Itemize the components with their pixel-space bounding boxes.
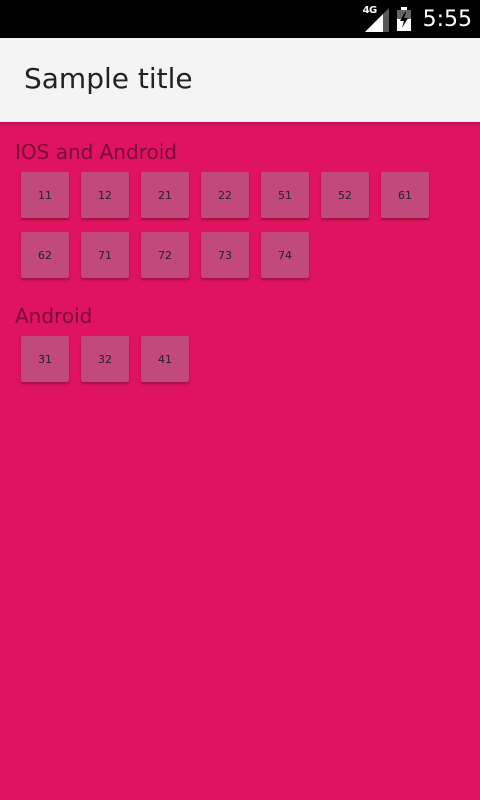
tile-button[interactable]: 72 xyxy=(141,232,189,278)
status-bar: 4G 5:55 xyxy=(0,0,480,38)
tile-button[interactable]: 51 xyxy=(261,172,309,218)
tile-button[interactable]: 41 xyxy=(141,336,189,382)
tile-button[interactable]: 21 xyxy=(141,172,189,218)
tile-button[interactable]: 74 xyxy=(261,232,309,278)
clock: 5:55 xyxy=(422,6,472,32)
tile-button[interactable]: 32 xyxy=(81,336,129,382)
tile-button[interactable]: 12 xyxy=(81,172,129,218)
signal-icon: 4G xyxy=(363,5,389,32)
tile-button[interactable]: 71 xyxy=(81,232,129,278)
tile-button[interactable]: 61 xyxy=(381,172,429,218)
tile-button[interactable]: 52 xyxy=(321,172,369,218)
tile-button[interactable]: 73 xyxy=(201,232,249,278)
tile-button[interactable]: 22 xyxy=(201,172,249,218)
status-icons: 4G 5:55 xyxy=(363,0,472,38)
app-bar: Sample title xyxy=(0,38,480,122)
content-area: IOS and Android 11 12 21 22 51 52 61 62 … xyxy=(0,122,480,800)
section-label-android: Android xyxy=(15,304,93,328)
tile-button[interactable]: 11 xyxy=(21,172,69,218)
battery-charging-icon xyxy=(396,7,411,31)
app-title: Sample title xyxy=(24,62,193,95)
section-label-ios-and-android: IOS and Android xyxy=(15,140,178,164)
tile-button[interactable]: 62 xyxy=(21,232,69,278)
tile-button[interactable]: 31 xyxy=(21,336,69,382)
